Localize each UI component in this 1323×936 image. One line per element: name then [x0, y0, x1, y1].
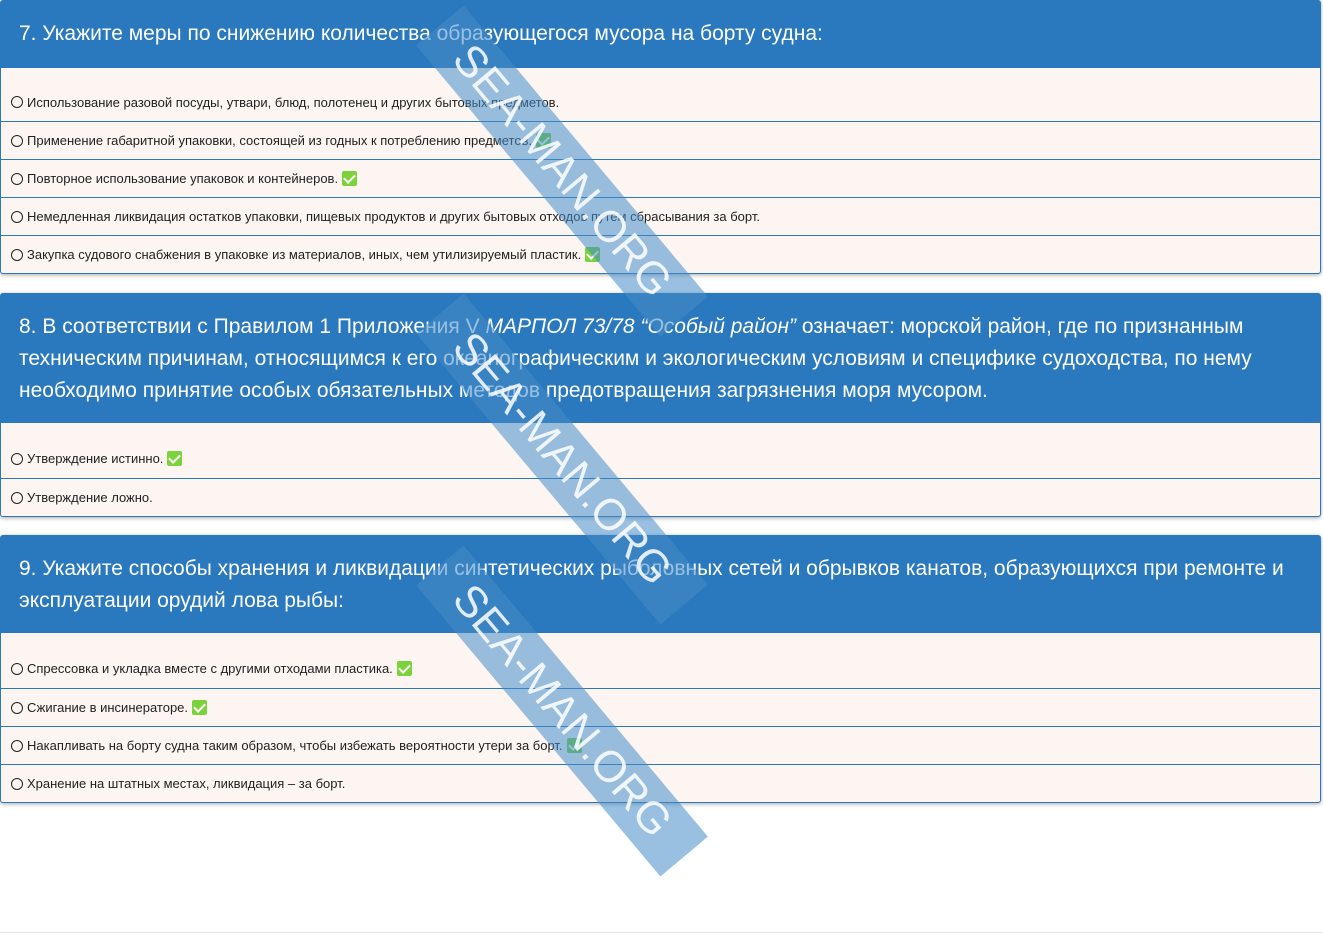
question-8: 8. В соответствии с Правилом 1 Приложени…: [0, 293, 1321, 517]
question-9: 9. Укажите способы хранения и ликвидации…: [0, 535, 1321, 803]
answer-option[interactable]: Накапливать на борту судна таким образом…: [1, 726, 1320, 764]
answer-label: Накапливать на борту судна таким образом…: [27, 738, 563, 753]
question-7: 7. Укажите меры по снижению количества о…: [0, 0, 1321, 274]
answer-label: Утверждение ложно.: [27, 490, 153, 505]
checkmark-icon: [566, 738, 582, 753]
answer-option[interactable]: Сжигание в инсинераторе.: [1, 688, 1320, 726]
answer-option[interactable]: Использование разовой посуды, утвари, бл…: [1, 68, 1320, 121]
radio-button[interactable]: [11, 96, 23, 108]
answer-label: Немедленная ликвидация остатков упаковки…: [27, 209, 760, 224]
radio-button[interactable]: [11, 491, 23, 504]
radio-button[interactable]: [11, 662, 23, 675]
question-9-title: 9. Укажите способы хранения и ликвидации…: [1, 536, 1320, 633]
footer-divider: [0, 932, 1323, 933]
question-7-title: 7. Укажите меры по снижению количества о…: [1, 1, 1320, 68]
checkmark-icon: [192, 700, 208, 715]
radio-button[interactable]: [11, 248, 23, 261]
checkmark-icon: [342, 171, 358, 186]
radio-button[interactable]: [11, 210, 23, 223]
radio-button[interactable]: [11, 739, 23, 752]
answer-label: Спрессовка и укладка вместе с другими от…: [27, 661, 393, 676]
radio-button[interactable]: [11, 777, 23, 790]
radio-button[interactable]: [11, 172, 23, 185]
answer-label: Хранение на штатных местах, ликвидация –…: [27, 776, 346, 791]
checkmark-icon: [167, 451, 183, 466]
answer-label: Утверждение истинно.: [27, 451, 164, 466]
answer-label: Использование разовой посуды, утвари, бл…: [27, 94, 560, 110]
checkmark-icon: [585, 247, 601, 262]
answer-option[interactable]: Применение габаритной упаковки, состояще…: [1, 121, 1320, 159]
answer-label: Закупка судового снабжения в упаковке из…: [27, 247, 582, 262]
answer-option[interactable]: Немедленная ликвидация остатков упаковки…: [1, 197, 1320, 235]
answer-label: Применение габаритной упаковки, состояще…: [27, 133, 533, 148]
answer-option[interactable]: Спрессовка и укладка вместе с другими от…: [1, 633, 1320, 688]
answer-label: Сжигание в инсинераторе.: [27, 700, 189, 715]
question-8-title: 8. В соответствии с Правилом 1 Приложени…: [1, 294, 1320, 423]
checkmark-icon: [536, 133, 552, 148]
answer-option[interactable]: Хранение на штатных местах, ликвидация –…: [1, 764, 1320, 802]
answer-option[interactable]: Закупка судового снабжения в упаковке из…: [1, 235, 1320, 273]
radio-button[interactable]: [11, 701, 23, 714]
answer-option[interactable]: Утверждение ложно.: [1, 478, 1320, 516]
radio-button[interactable]: [11, 134, 23, 147]
radio-button[interactable]: [11, 452, 23, 465]
checkmark-icon: [396, 661, 412, 676]
answer-option[interactable]: Повторное использование упаковок и конте…: [1, 159, 1320, 197]
answer-option[interactable]: Утверждение истинно.: [1, 423, 1320, 478]
answer-label: Повторное использование упаковок и конте…: [27, 171, 339, 186]
